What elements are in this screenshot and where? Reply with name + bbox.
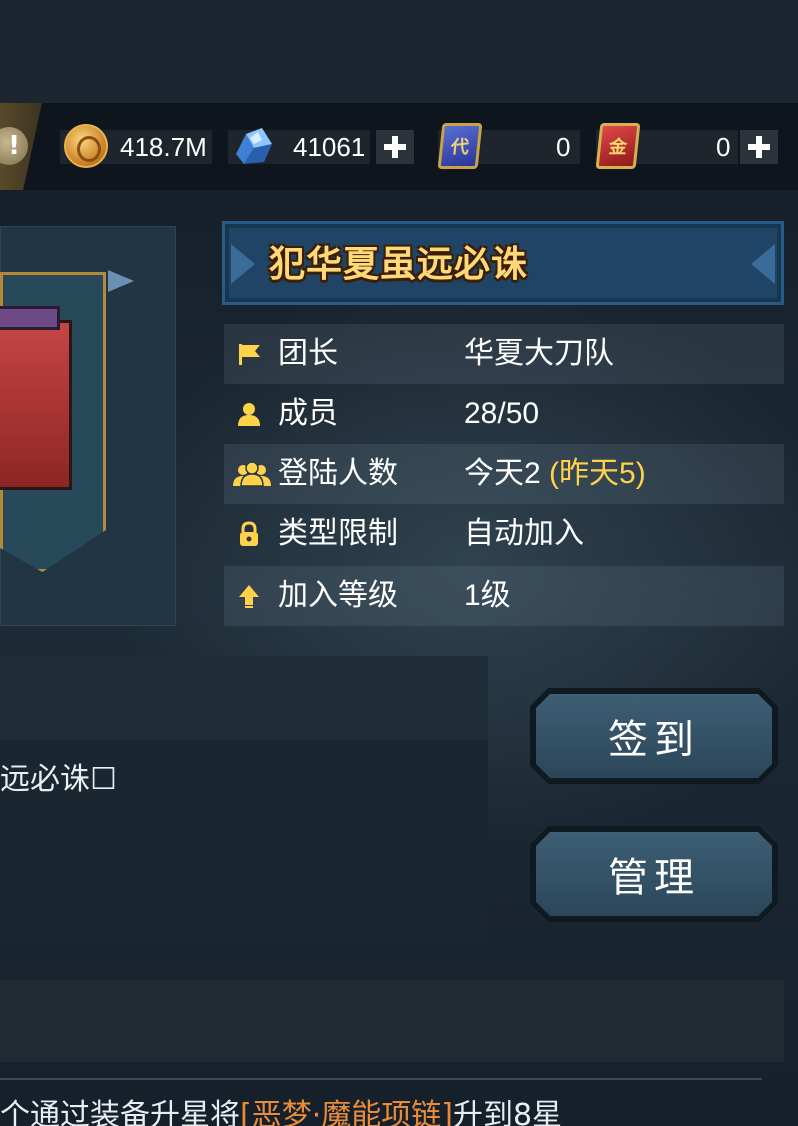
header-arrow-right-icon bbox=[751, 244, 775, 284]
group-icon bbox=[233, 461, 271, 487]
banner-rod bbox=[0, 306, 60, 330]
header-arrow-left-icon bbox=[231, 244, 255, 284]
join-type-label: 类型限制 bbox=[278, 516, 398, 551]
members-label: 成员 bbox=[278, 396, 338, 431]
add-crystal-button[interactable] bbox=[376, 130, 414, 164]
guild-name: 犯华夏虽远必诛 bbox=[269, 244, 529, 285]
join-level-label: 加入等级 bbox=[278, 578, 398, 613]
checkin-button[interactable]: 签到 bbox=[530, 688, 778, 784]
add-gold-card-button[interactable] bbox=[740, 130, 778, 164]
info-row-join-type: 类型限制 自动加入 bbox=[224, 504, 784, 564]
person-icon bbox=[238, 403, 260, 426]
members-value: 28/50 bbox=[464, 397, 540, 430]
join-type-value: 自动加入 bbox=[464, 517, 584, 550]
crystal-icon bbox=[236, 128, 272, 164]
feed-message: 个通过装备升星将[恶梦·魔能项链]升到8星 bbox=[0, 1096, 562, 1126]
blue-card-value: 0 bbox=[556, 132, 571, 162]
info-row-members: 成员 28/50 bbox=[224, 384, 784, 444]
feed-suffix: 升到8星 bbox=[452, 1098, 563, 1126]
gold-card-icon: 金 bbox=[595, 123, 641, 169]
logins-label: 登陆人数 bbox=[278, 456, 398, 491]
manage-button[interactable]: 管理 bbox=[530, 826, 778, 922]
gold-coin-icon bbox=[64, 124, 108, 168]
arrow-up-icon bbox=[239, 585, 259, 608]
logins-yesterday: (昨天5) bbox=[540, 457, 646, 490]
crystal-value: 41061 bbox=[293, 132, 366, 162]
logins-today: 今天2 bbox=[464, 457, 541, 490]
gold-card-value: 0 bbox=[716, 132, 731, 162]
lock-icon bbox=[240, 521, 258, 546]
leader-label: 团长 bbox=[278, 336, 338, 371]
feed-divider bbox=[0, 1078, 762, 1080]
gold-value: 418.7M bbox=[120, 132, 207, 162]
feed-header bbox=[0, 980, 784, 1062]
checkin-button-label: 签到 bbox=[536, 694, 772, 778]
feed-prefix: 个通过装备升星将 bbox=[0, 1098, 240, 1126]
guild-name-header: 犯华夏虽远必诛 bbox=[222, 221, 784, 305]
guild-emblem-icon bbox=[0, 320, 72, 490]
info-row-join-level: 加入等级 1级 bbox=[224, 566, 784, 626]
info-row-logins: 登陆人数 今天2 (昨天5) bbox=[224, 444, 784, 504]
manage-button-label: 管理 bbox=[536, 832, 772, 916]
join-level-value: 1级 bbox=[464, 579, 511, 612]
blue-card-icon: 代 bbox=[437, 123, 483, 169]
top-spacer bbox=[0, 0, 798, 103]
logins-value: 今天2 (昨天5) bbox=[464, 444, 646, 504]
notice-text: 远必诛☐ bbox=[0, 762, 117, 797]
feed-item-link[interactable]: [恶梦·魔能项链] bbox=[240, 1098, 453, 1126]
leader-value: 华夏大刀队 bbox=[464, 337, 614, 370]
info-row-leader: 团长 华夏大刀队 bbox=[224, 324, 784, 384]
flag-icon bbox=[239, 344, 260, 365]
